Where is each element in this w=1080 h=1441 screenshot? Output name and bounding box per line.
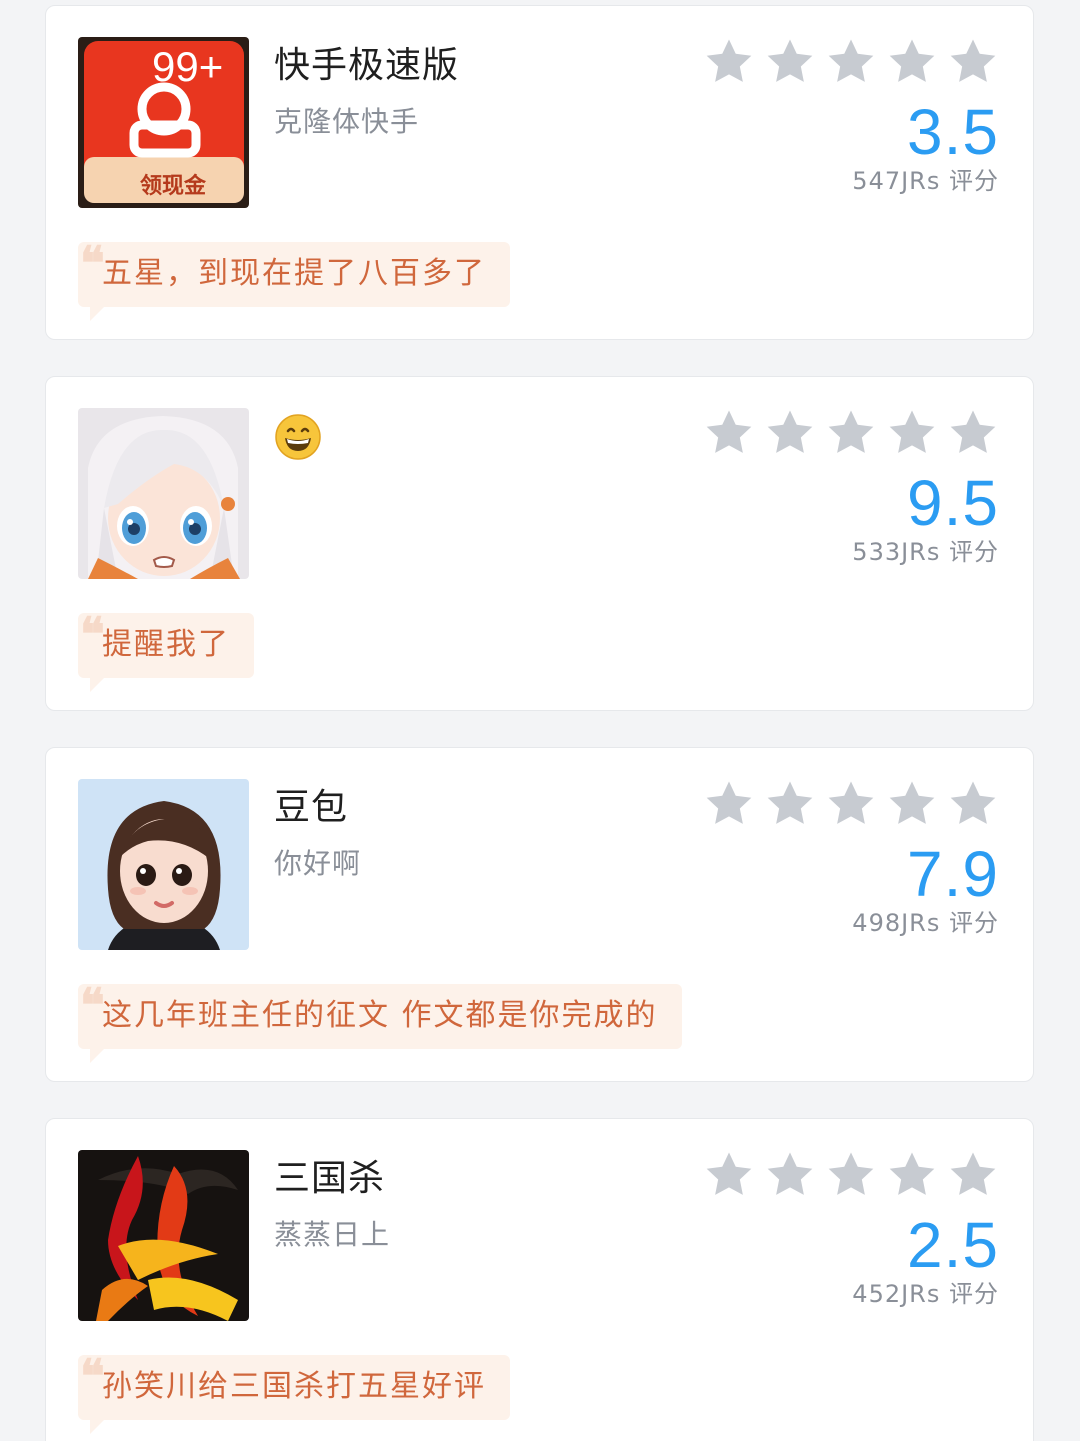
star-icon[interactable] bbox=[703, 407, 755, 459]
app-subtitle: 你好啊 bbox=[274, 847, 362, 880]
star-icon[interactable] bbox=[947, 778, 999, 830]
speech-bubble-tail bbox=[90, 1049, 104, 1063]
star-rating[interactable] bbox=[703, 1149, 999, 1201]
quote-icon: ❝ bbox=[80, 1349, 107, 1403]
star-icon[interactable] bbox=[764, 778, 816, 830]
comment-text: 这几年班主任的征文 作文都是你完成的 bbox=[102, 998, 658, 1033]
star-icon[interactable] bbox=[825, 407, 877, 459]
quote-icon: ❝ bbox=[80, 236, 107, 290]
grinning-face-emoji-icon bbox=[275, 414, 321, 460]
speech-bubble-tail bbox=[90, 678, 104, 692]
top-comment[interactable]: ❝ 提醒我了 bbox=[78, 607, 254, 692]
app-subtitle: 克隆体快手 bbox=[274, 105, 420, 138]
review-list: 领现金 99+ 快手极速版 克隆体快手 3.5 547JRs 评分 ❝ 五星，到… bbox=[0, 0, 1080, 1441]
speech-bubble-tail bbox=[90, 307, 104, 321]
review-card[interactable]: 三国杀 蒸蒸日上 2.5 452JRs 评分 ❝ 孙笑川给三国杀打五星好评 bbox=[45, 1118, 1034, 1441]
star-icon[interactable] bbox=[764, 407, 816, 459]
star-icon[interactable] bbox=[886, 36, 938, 88]
top-comment[interactable]: ❝ 五星，到现在提了八百多了 bbox=[78, 236, 510, 321]
star-icon[interactable] bbox=[764, 36, 816, 88]
star-icon[interactable] bbox=[886, 1149, 938, 1201]
star-icon[interactable] bbox=[703, 1149, 755, 1201]
sanguosha-sha-character-icon[interactable] bbox=[78, 1150, 249, 1321]
app-name: 快手极速版 bbox=[274, 45, 460, 86]
comment-text: 五星，到现在提了八百多了 bbox=[102, 256, 486, 291]
doubao-3d-girl-avatar[interactable] bbox=[78, 779, 249, 950]
score-value: 7.9 bbox=[907, 838, 999, 910]
star-rating[interactable] bbox=[703, 407, 999, 459]
star-icon[interactable] bbox=[947, 1149, 999, 1201]
star-rating[interactable] bbox=[703, 778, 999, 830]
score-value: 9.5 bbox=[907, 467, 999, 539]
star-icon[interactable] bbox=[703, 36, 755, 88]
score-value: 3.5 bbox=[907, 96, 999, 168]
avatar-badge-caption: 领现金 bbox=[140, 173, 207, 199]
star-icon[interactable] bbox=[886, 407, 938, 459]
quote-icon: ❝ bbox=[80, 978, 107, 1032]
comment-text: 孙笑川给三国杀打五星好评 bbox=[102, 1369, 486, 1404]
comment-text: 提醒我了 bbox=[102, 627, 230, 662]
vote-count: 547JRs 评分 bbox=[852, 167, 999, 195]
star-icon[interactable] bbox=[947, 407, 999, 459]
star-icon[interactable] bbox=[825, 1149, 877, 1201]
star-icon[interactable] bbox=[825, 778, 877, 830]
anime-girl-avatar[interactable] bbox=[78, 408, 249, 579]
review-card[interactable]: 领现金 99+ 快手极速版 克隆体快手 3.5 547JRs 评分 ❝ 五星，到… bbox=[45, 5, 1034, 340]
star-icon[interactable] bbox=[825, 36, 877, 88]
score-value: 2.5 bbox=[907, 1209, 999, 1281]
top-comment[interactable]: ❝ 孙笑川给三国杀打五星好评 bbox=[78, 1349, 510, 1434]
star-icon[interactable] bbox=[703, 778, 755, 830]
quote-icon: ❝ bbox=[80, 607, 107, 661]
review-card[interactable]: 9.5 533JRs 评分 ❝ 提醒我了 bbox=[45, 376, 1034, 711]
vote-count: 498JRs 评分 bbox=[852, 909, 999, 937]
vote-count: 533JRs 评分 bbox=[852, 538, 999, 566]
avatar-badge: 99+ bbox=[152, 43, 223, 90]
app-subtitle: 蒸蒸日上 bbox=[274, 1218, 391, 1251]
top-comment[interactable]: ❝ 这几年班主任的征文 作文都是你完成的 bbox=[78, 978, 682, 1063]
star-rating[interactable] bbox=[703, 36, 999, 88]
kuaishou-speed-app-icon[interactable]: 领现金 99+ bbox=[78, 37, 249, 208]
vote-count: 452JRs 评分 bbox=[852, 1280, 999, 1308]
speech-bubble-tail bbox=[90, 1420, 104, 1434]
star-icon[interactable] bbox=[764, 1149, 816, 1201]
review-card[interactable]: 豆包 你好啊 7.9 498JRs 评分 ❝ 这几年班主任的征文 作文都是你完成… bbox=[45, 747, 1034, 1082]
app-name: 三国杀 bbox=[274, 1158, 386, 1199]
star-icon[interactable] bbox=[886, 778, 938, 830]
app-name: 豆包 bbox=[274, 787, 349, 828]
star-icon[interactable] bbox=[947, 36, 999, 88]
